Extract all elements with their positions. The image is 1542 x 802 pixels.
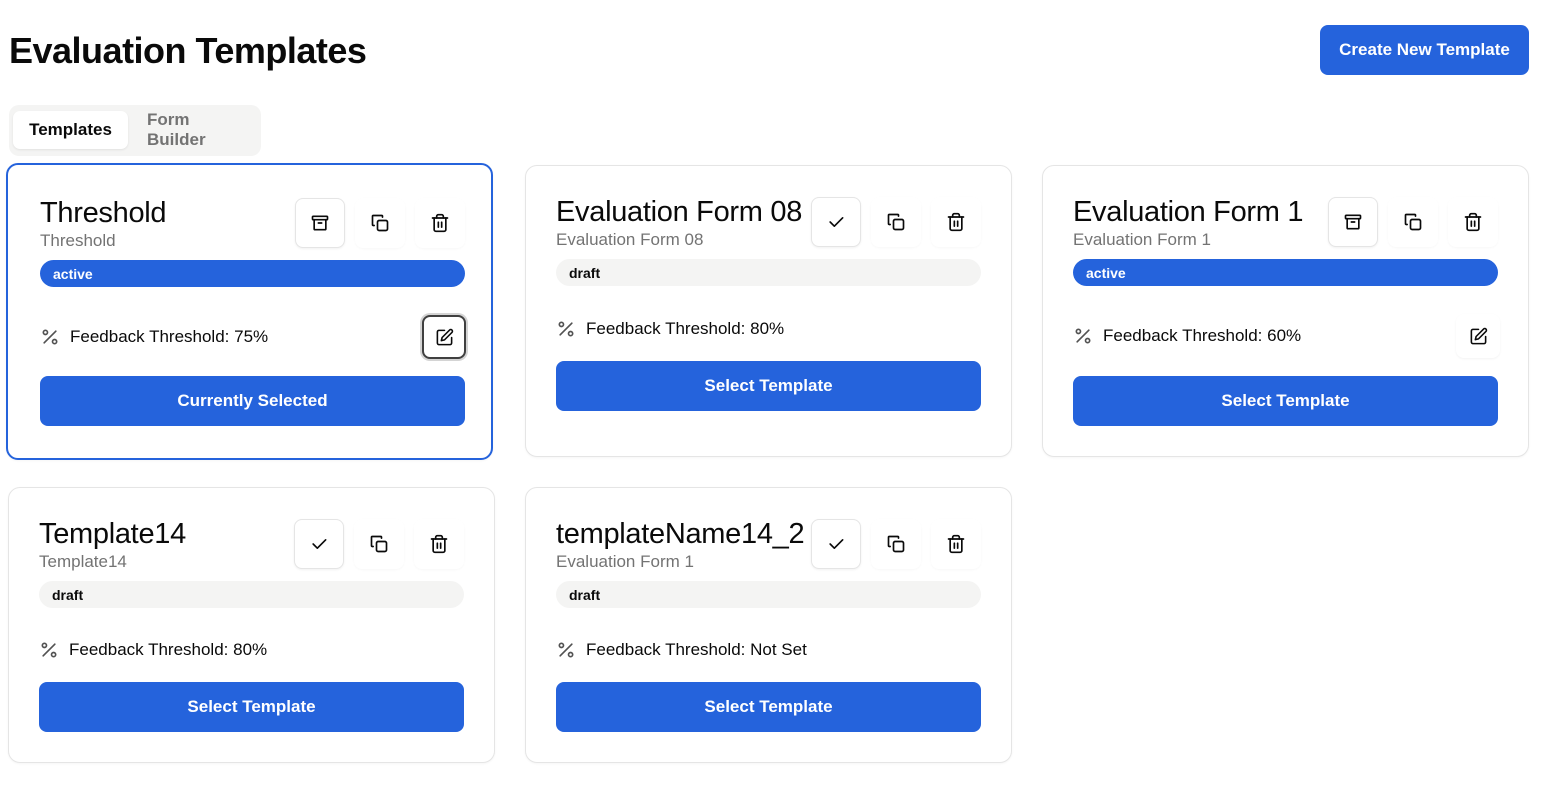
threshold-text: Feedback Threshold: 80% [586, 319, 785, 338]
trash-icon [947, 212, 965, 232]
threshold-text: Feedback Threshold: 80% [69, 640, 268, 659]
percent-icon [556, 640, 576, 660]
archive-icon [1344, 214, 1362, 230]
edit-threshold-button[interactable] [422, 315, 466, 359]
trash-icon [431, 213, 449, 233]
percent-icon [40, 327, 60, 347]
percent-icon [556, 319, 576, 339]
copy-icon [371, 214, 389, 232]
copy-icon [887, 213, 905, 231]
copy-icon [1404, 213, 1422, 231]
card-title: templateName14_2 [556, 518, 805, 550]
tab-form-builder[interactable]: Form Builder [133, 110, 261, 149]
threshold-row: Feedback Threshold: 80% [39, 640, 267, 660]
copy-icon [887, 535, 905, 553]
threshold-text: Feedback Threshold: 75% [70, 327, 269, 346]
threshold-row: Feedback Threshold: 80% [556, 319, 784, 339]
edit-threshold-button[interactable] [1456, 314, 1500, 358]
card-subtitle: Template14 [39, 552, 127, 571]
trash-icon [1464, 212, 1482, 232]
percent-icon [1073, 326, 1093, 346]
card-subtitle: Evaluation Form 1 [1073, 230, 1211, 249]
archive-icon [311, 215, 329, 231]
status-badge: draft [39, 581, 464, 608]
duplicate-button[interactable] [871, 197, 921, 247]
select-template-button[interactable]: Currently Selected [40, 376, 465, 426]
select-template-button[interactable]: Select Template [556, 361, 981, 411]
duplicate-button[interactable] [355, 198, 405, 248]
delete-button[interactable] [414, 519, 464, 569]
threshold-text: Feedback Threshold: Not Set [586, 640, 807, 659]
trash-icon [947, 534, 965, 554]
delete-button[interactable] [931, 197, 981, 247]
template-card: Threshold Threshold active Feedback Thre… [6, 163, 493, 460]
duplicate-button[interactable] [1388, 197, 1438, 247]
trash-icon [430, 534, 448, 554]
select-template-button[interactable]: Select Template [1073, 376, 1498, 426]
delete-button[interactable] [1448, 197, 1498, 247]
archive-button[interactable] [295, 198, 345, 248]
duplicate-button[interactable] [871, 519, 921, 569]
status-badge: draft [556, 581, 981, 608]
tab-list: Templates Form Builder [9, 105, 261, 156]
card-subtitle: Evaluation Form 08 [556, 230, 704, 249]
select-template-button[interactable]: Select Template [39, 682, 464, 732]
check-icon [829, 539, 844, 549]
template-card: templateName14_2 Evaluation Form 1 draft… [525, 487, 1012, 763]
card-title: Template14 [39, 518, 186, 550]
tab-templates[interactable]: Templates [13, 111, 128, 149]
template-card: Evaluation Form 1 Evaluation Form 1 acti… [1042, 165, 1529, 457]
create-template-button[interactable]: Create New Template [1320, 25, 1529, 75]
percent-icon [39, 640, 59, 660]
edit-icon [436, 328, 453, 345]
delete-button[interactable] [931, 519, 981, 569]
status-badge: active [1073, 259, 1498, 286]
card-subtitle: Evaluation Form 1 [556, 552, 694, 571]
threshold-row: Feedback Threshold: 75% [40, 327, 268, 347]
archive-button[interactable] [1328, 197, 1378, 247]
activate-button[interactable] [811, 197, 861, 247]
activate-button[interactable] [294, 519, 344, 569]
select-template-button[interactable]: Select Template [556, 682, 981, 732]
card-title: Evaluation Form 1 [1073, 196, 1304, 228]
card-title: Threshold [40, 197, 167, 229]
status-badge: draft [556, 259, 981, 286]
activate-button[interactable] [811, 519, 861, 569]
threshold-row: Feedback Threshold: 60% [1073, 326, 1301, 346]
check-icon [829, 217, 844, 227]
duplicate-button[interactable] [354, 519, 404, 569]
copy-icon [370, 535, 388, 553]
card-subtitle: Threshold [40, 231, 116, 250]
delete-button[interactable] [415, 198, 465, 248]
card-title: Evaluation Form 08 [556, 196, 803, 228]
edit-icon [1470, 327, 1487, 344]
threshold-text: Feedback Threshold: 60% [1103, 326, 1302, 345]
status-badge: active [40, 260, 465, 287]
threshold-row: Feedback Threshold: Not Set [556, 640, 807, 660]
template-card: Evaluation Form 08 Evaluation Form 08 dr… [525, 165, 1012, 457]
check-icon [312, 539, 327, 549]
page-title: Evaluation Templates [9, 30, 367, 71]
template-card: Template14 Template14 draft Feedback Thr… [8, 487, 495, 763]
